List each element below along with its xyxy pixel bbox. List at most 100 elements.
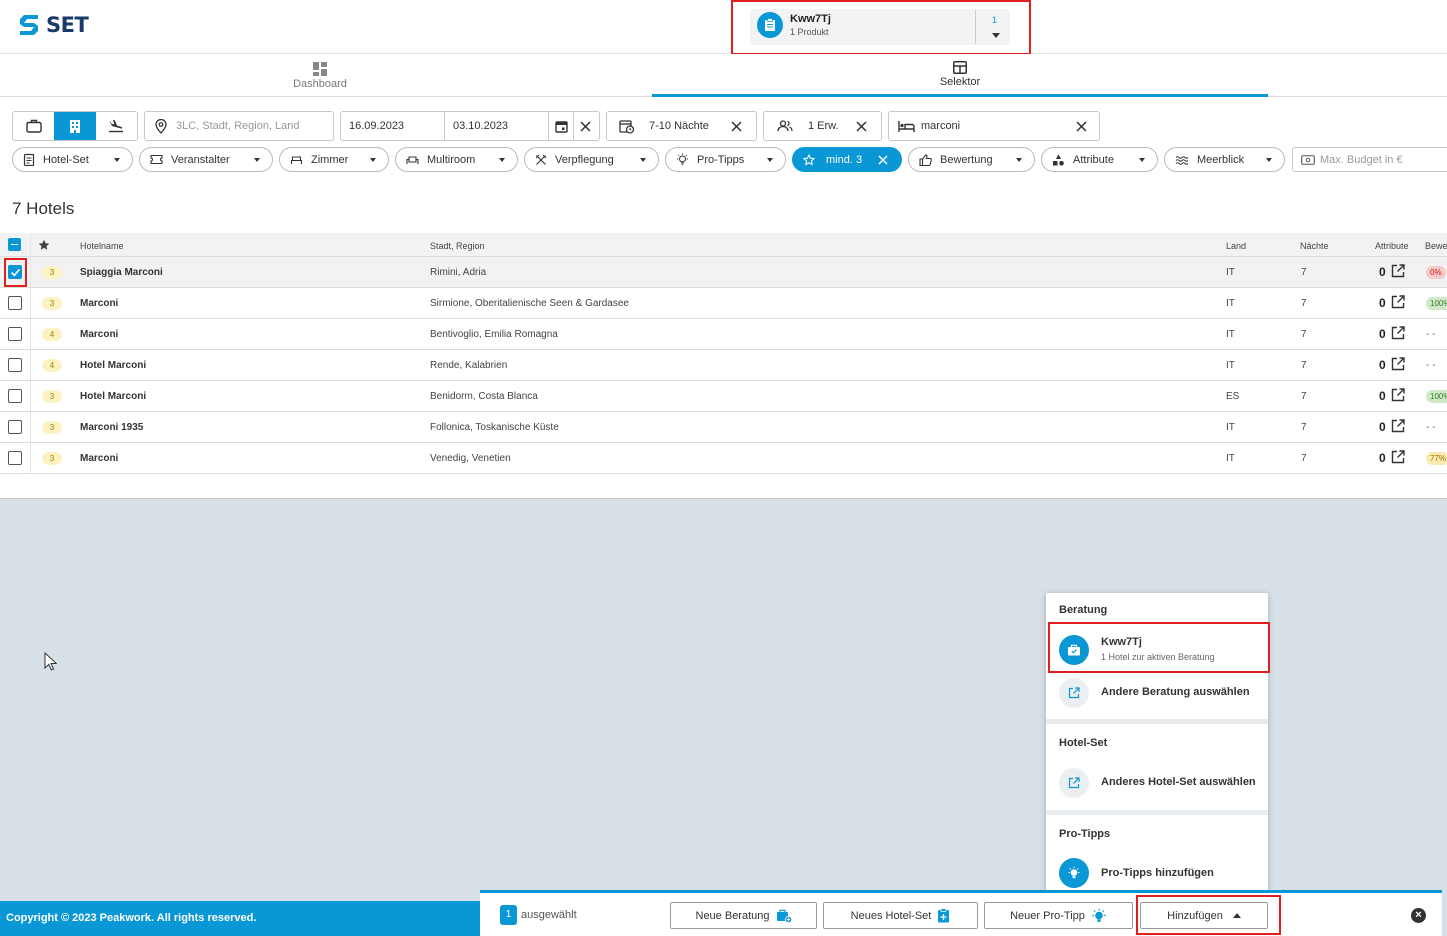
column-header-attributes[interactable]: Attribute <box>1375 241 1409 251</box>
filter-zimmer[interactable]: Zimmer <box>279 147 389 172</box>
row-checkbox[interactable] <box>8 389 22 403</box>
attribute-count: 0 <box>1379 451 1386 465</box>
table-row[interactable]: 4 Hotel Marconi Rende, Kalabrien IT 7 0 - - <box>0 350 1447 381</box>
add-to-button[interactable]: Hinzufügen <box>1140 902 1268 929</box>
date-to-input[interactable]: 03.10.2023 <box>445 112 549 140</box>
hotel-option[interactable] <box>54 112 96 140</box>
hotel-city: Follonica, Toskanische Küste <box>430 422 559 433</box>
external-link-icon[interactable] <box>1391 326 1405 340</box>
external-link-icon[interactable] <box>1391 264 1405 278</box>
filter-verpflegung[interactable]: Verpflegung <box>524 147 659 172</box>
table-row[interactable]: 4 Marconi Bentivoglio, Emilia Romagna IT 7 0 -… <box>0 319 1447 350</box>
row-checkbox[interactable] <box>8 327 22 341</box>
select-all-checkbox[interactable] <box>8 238 21 251</box>
hotel-name[interactable]: Spiaggia Marconi <box>80 267 163 278</box>
external-link-icon[interactable] <box>1391 357 1405 371</box>
filter-pro-tipps[interactable]: Pro-Tipps <box>665 147 786 172</box>
filter-multiroom[interactable]: Multiroom <box>395 147 518 172</box>
new-protipp-button[interactable]: Neuer Pro-Tipp <box>984 902 1133 929</box>
table-row[interactable]: 3 Marconi 1935 Follonica, Toskanische Küst… <box>0 412 1447 443</box>
attribute-count: 0 <box>1379 327 1386 341</box>
column-header-city[interactable]: Stadt, Region <box>430 241 485 251</box>
clear-travellers-icon[interactable] <box>856 121 867 132</box>
hotel-name[interactable]: Hotel Marconi <box>80 360 146 371</box>
tab-dashboard[interactable]: Dashboard <box>0 54 640 97</box>
calendar-icon[interactable] <box>549 112 573 140</box>
travellers-field[interactable]: 1 Erw. <box>763 111 882 141</box>
attribute-count: 0 <box>1379 265 1386 279</box>
filter-meerblick[interactable]: Meerblick <box>1164 147 1285 172</box>
hotel-name[interactable]: Marconi 1935 <box>80 422 143 433</box>
external-link-icon[interactable] <box>1391 295 1405 309</box>
clipboard-icon <box>757 12 783 38</box>
hotel-search-field[interactable]: marconi <box>888 111 1100 141</box>
filter-veranstalter[interactable]: Veranstalter <box>139 147 273 172</box>
hotel-icon <box>69 120 80 133</box>
hotel-name[interactable]: Marconi <box>80 298 118 309</box>
star-rating-badge: 3 <box>42 421 62 434</box>
menu-section-beratung: Beratung <box>1059 604 1108 616</box>
table-row[interactable]: 3 Marconi Sirmione, Oberitalienische Seen … <box>0 288 1447 319</box>
row-checkbox[interactable] <box>8 265 22 279</box>
column-header-name[interactable]: Hotelname <box>80 241 124 251</box>
filter-bewertung[interactable]: Bewertung <box>908 147 1035 172</box>
menu-item-other-beratung[interactable]: Andere Beratung auswählen <box>1046 675 1268 711</box>
close-icon[interactable] <box>878 155 888 165</box>
chevron-down-icon[interactable] <box>992 33 1000 38</box>
menu-item-add-protipps[interactable]: Pro-Tipps hinzufügen <box>1046 853 1268 893</box>
budget-input[interactable]: Max. Budget in € <box>1292 147 1447 172</box>
location-field[interactable]: 3LC, Stadt, Region, Land <box>144 111 334 141</box>
filter-stars[interactable]: mind. 3 <box>792 147 902 172</box>
new-hotelset-button[interactable]: Neues Hotel-Set <box>823 902 978 929</box>
column-header-rating[interactable]: Bewe <box>1425 241 1447 251</box>
app-logo[interactable]: SET <box>18 12 89 38</box>
external-link-icon[interactable] <box>1391 450 1405 464</box>
table-icon <box>953 60 967 74</box>
close-icon[interactable]: × <box>1411 908 1426 923</box>
ticket-icon <box>150 154 163 165</box>
hotel-name[interactable]: Marconi <box>80 453 118 464</box>
add-to-menu: Beratung Kww7Tj 1 Hotel zur aktiven Bera… <box>1046 593 1268 902</box>
table-row[interactable]: 3 Hotel Marconi Benidorm, Costa Blanca ES 7 0… <box>0 381 1447 412</box>
menu-divider <box>1046 719 1268 724</box>
table-row[interactable]: 3 Spiaggia Marconi Rimini, Adria IT 7 0 0% <box>0 257 1447 288</box>
location-placeholder: 3LC, Stadt, Region, Land <box>176 120 300 132</box>
selected-count-badge: 1 <box>500 905 517 925</box>
menu-item-active-beratung[interactable]: Kww7Tj 1 Hotel zur aktiven Beratung <box>1046 623 1268 673</box>
row-checkbox[interactable] <box>8 296 22 310</box>
menu-item-other-hotelset[interactable]: Anderes Hotel-Set auswählen <box>1046 763 1268 803</box>
row-checkbox[interactable] <box>8 358 22 372</box>
package-option[interactable] <box>13 112 54 140</box>
date-from-input[interactable]: 16.09.2023 <box>341 112 445 140</box>
star-rating-badge: 4 <box>42 359 62 372</box>
clear-nights-icon[interactable] <box>731 121 742 132</box>
plane-landing-icon <box>109 119 124 133</box>
clear-hotel-search-icon[interactable] <box>1076 121 1087 132</box>
hotel-name[interactable]: Hotel Marconi <box>80 391 146 402</box>
flight-option[interactable] <box>96 112 137 140</box>
table-row[interactable]: 3 Marconi Venedig, Venetien IT 7 0 77% <box>0 443 1447 474</box>
clear-dates-icon[interactable] <box>573 112 597 140</box>
star-rating-badge: 3 <box>42 390 62 403</box>
attribute-count: 0 <box>1379 389 1386 403</box>
active-consultation[interactable] <box>750 9 1010 45</box>
tab-selektor[interactable]: Selektor <box>652 54 1268 97</box>
new-beratung-button[interactable]: Neue Beratung <box>670 902 817 929</box>
row-checkbox[interactable] <box>8 420 22 434</box>
column-header-nights[interactable]: Nächte <box>1300 241 1329 251</box>
filter-attribute[interactable]: Attribute <box>1041 147 1158 172</box>
dashboard-icon <box>313 61 327 76</box>
external-link-icon[interactable] <box>1391 419 1405 433</box>
hotel-city: Benidorm, Costa Blanca <box>430 391 538 402</box>
filter-hotel-set[interactable]: Hotel-Set <box>12 147 133 172</box>
nights-field[interactable]: 7-10 Nächte <box>606 111 757 141</box>
external-link-icon[interactable] <box>1391 388 1405 402</box>
hotel-nights: 7 <box>1301 391 1307 402</box>
star-icon[interactable] <box>38 239 50 251</box>
hotel-name[interactable]: Marconi <box>80 329 118 340</box>
column-header-country[interactable]: Land <box>1226 241 1246 251</box>
hotel-country: ES <box>1226 391 1240 402</box>
rating-badge: 100% <box>1426 297 1447 310</box>
travel-type-toggle <box>12 111 138 141</box>
row-checkbox[interactable] <box>8 451 22 465</box>
